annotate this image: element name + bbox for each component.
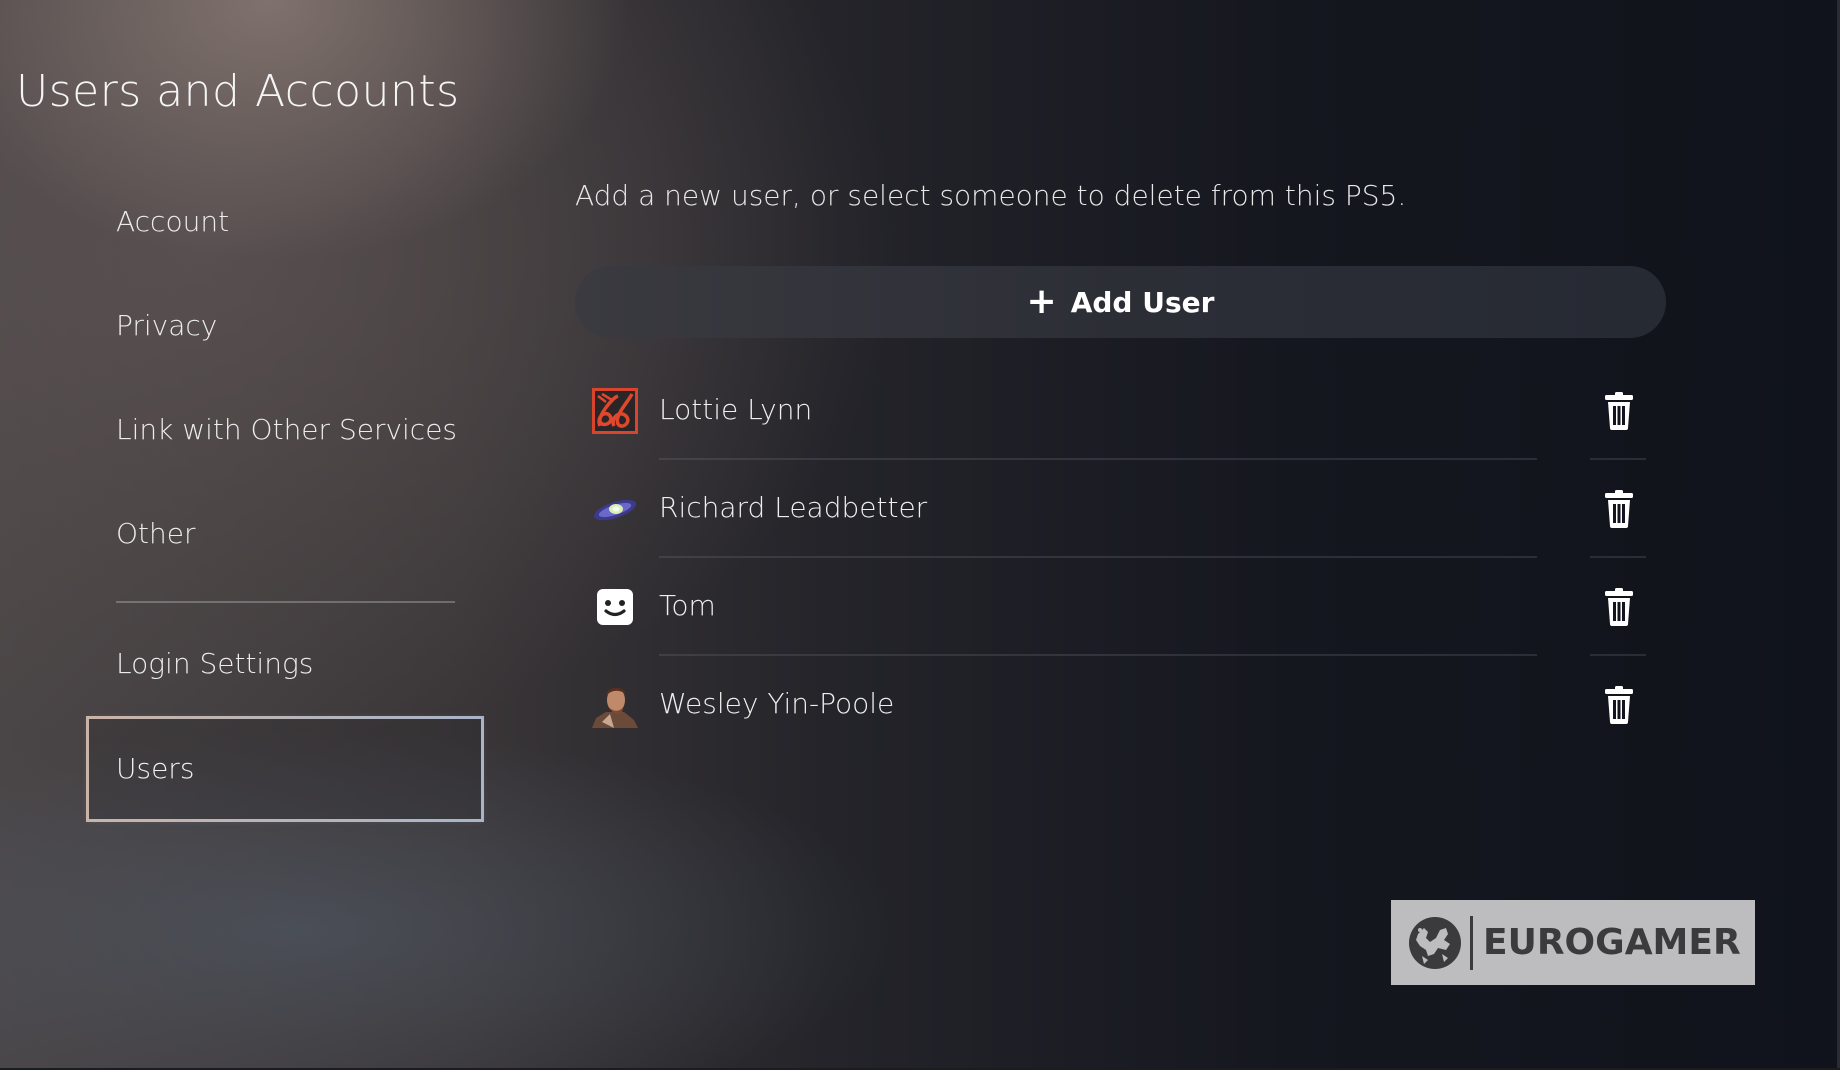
sidebar-item-account[interactable]: Account [116,205,229,238]
sidebar-divider [116,601,455,603]
character-portrait-avatar [592,687,638,728]
user-name: Tom [659,589,716,622]
user-name: Wesley Yin-Poole [659,687,895,720]
sidebar-item-users-label: Users [116,752,195,785]
user-name: Richard Leadbetter [659,491,928,524]
panel-description: Add a new user, or select someone to del… [575,179,1407,212]
user-row[interactable]: Richard Leadbetter [575,460,1675,558]
add-user-button[interactable]: + Add User [575,266,1666,338]
europe-globe-icon [1409,916,1461,969]
add-user-label: Add User [1070,285,1215,319]
sidebar: Account Privacy Link with Other Services… [0,0,520,1070]
sidebar-item-other[interactable]: Other [116,517,196,550]
trash-icon[interactable] [1603,685,1635,725]
user-row[interactable]: Wesley Yin-Poole [575,656,1675,754]
sidebar-item-link-with-other-services[interactable]: Link with Other Services [116,413,457,446]
sidebar-item-privacy[interactable]: Privacy [116,309,217,342]
user-row[interactable]: Lottie Lynn [575,362,1675,460]
eurogamer-watermark: EUROGAMER [1391,900,1755,985]
smiley-face-avatar [597,589,633,625]
user-name: Lottie Lynn [659,393,813,426]
watermark-text: EUROGAMER [1483,922,1741,963]
sidebar-item-login-settings[interactable]: Login Settings [116,647,313,680]
trash-icon[interactable] [1603,489,1635,529]
red-emblem-avatar [592,388,638,434]
user-row[interactable]: Tom [575,558,1675,656]
trash-icon[interactable] [1603,587,1635,627]
watermark-divider [1470,915,1473,970]
plus-icon: + [1026,281,1057,322]
galaxy-avatar [593,499,637,521]
sidebar-item-users[interactable]: Users [86,716,484,822]
trash-icon[interactable] [1603,391,1635,431]
